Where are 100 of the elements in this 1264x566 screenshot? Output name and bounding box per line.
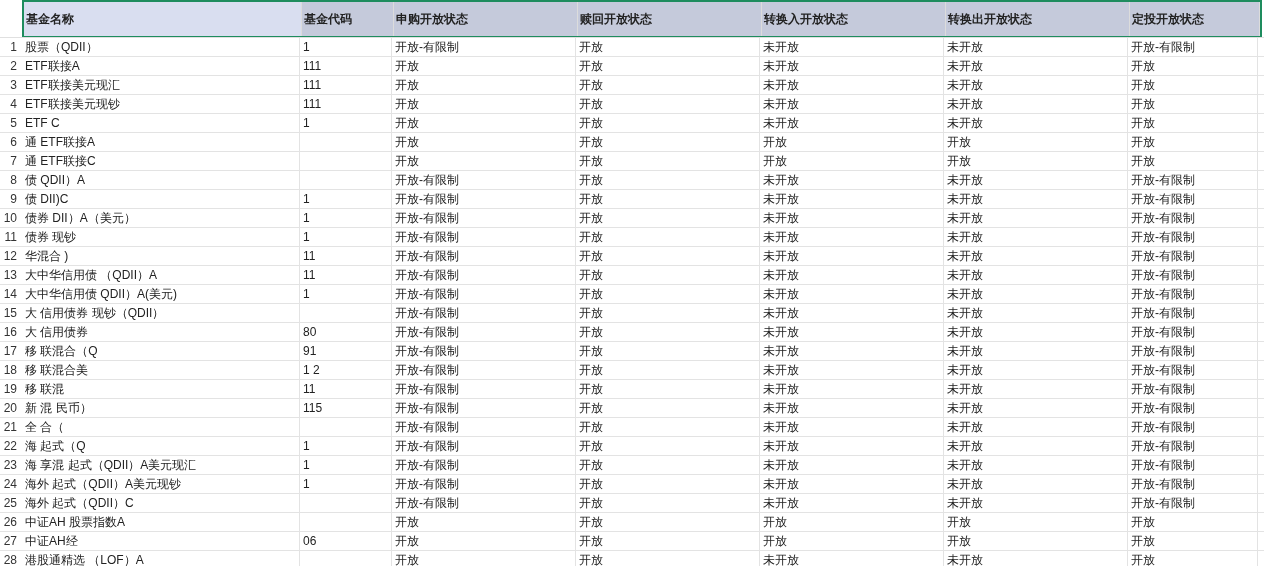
table-cell: 开放-有限制 (1131, 477, 1195, 491)
table-cell: 未开放 (763, 325, 799, 339)
table-cell: 开放 (579, 401, 603, 415)
column-header[interactable]: 申购开放状态 (394, 2, 578, 36)
table-cell: 开放 (763, 534, 787, 548)
table-cell: 中证AH经 (25, 534, 78, 548)
table-cell: 开放-有限制 (1131, 40, 1195, 54)
table-cell: 未开放 (947, 325, 983, 339)
row-number: 18 (2, 362, 18, 379)
table-cell: 未开放 (763, 97, 799, 111)
table-cell: 开放-有限制 (395, 192, 459, 206)
table-cell: 111 (303, 59, 322, 73)
row-number: 24 (2, 476, 18, 493)
table-cell: 未开放 (947, 382, 983, 396)
table-cell: 1 (303, 192, 310, 206)
table-cell: 未开放 (947, 78, 983, 92)
table-cell: 开放 (947, 154, 971, 168)
column-header[interactable]: 转换入开放状态 (762, 2, 946, 36)
table-cell: 开放-有限制 (395, 249, 459, 263)
table-cell: 开放 (579, 287, 603, 301)
table-cell: 港股通精选 （LOF）A (25, 553, 144, 566)
table-cell: 未开放 (763, 382, 799, 396)
table-cell: 未开放 (763, 287, 799, 301)
table-cell: 开放-有限制 (1131, 306, 1195, 320)
table-cell: 未开放 (947, 287, 983, 301)
table-cell: 开放-有限制 (395, 325, 459, 339)
table-cell: 开放 (763, 154, 787, 168)
table-cell: 91 (303, 344, 317, 358)
table-cell: 大 信用债券 (25, 325, 89, 339)
table-cell: 债券 现钞 (25, 230, 77, 244)
table-cell: 未开放 (763, 458, 799, 472)
table-cell: 开放 (1131, 515, 1155, 529)
table-cell: 开放-有限制 (1131, 458, 1195, 472)
table-cell: 开放 (947, 534, 971, 548)
table-cell: 未开放 (947, 477, 983, 491)
table-cell: 开放 (579, 420, 603, 434)
row-number: 26 (2, 514, 18, 531)
table-cell: 开放-有限制 (1131, 173, 1195, 187)
table-cell: 未开放 (947, 40, 983, 54)
table-cell: ETF联接美元现钞 (25, 97, 120, 111)
column-header[interactable]: 转换出开放状态 (946, 2, 1130, 36)
table-cell: 1 (303, 477, 310, 491)
row-number: 21 (2, 419, 18, 436)
row-number: 8 (9, 172, 18, 189)
table-cell: 大中华信用债 QDII）A(美元) (25, 287, 177, 301)
table-cell: 未开放 (947, 363, 983, 377)
table-cell: 未开放 (763, 116, 799, 130)
table-cell: 1 (303, 287, 310, 301)
table-cell: 海 起式（Q (25, 439, 86, 453)
row-number: 12 (2, 248, 18, 265)
table-cell: 未开放 (947, 192, 983, 206)
table-cell: 开放 (395, 116, 419, 130)
table-cell: 海外 起式（QDII）C (25, 496, 134, 510)
row-number: 28 (2, 552, 18, 566)
table-cell: 开放 (579, 192, 603, 206)
table-cell: 开放 (947, 515, 971, 529)
table-cell: 未开放 (763, 553, 799, 566)
table-cell: 开放 (579, 496, 603, 510)
column-header[interactable]: 基金代码 (302, 2, 394, 36)
table-cell: 开放-有限制 (395, 173, 459, 187)
row-number: 4 (9, 96, 18, 113)
table-cell: 开放 (579, 534, 603, 548)
column-header[interactable]: 定投开放状态 (1130, 2, 1260, 36)
table-cell: 股票（QDII） (25, 40, 98, 54)
row-number: 10 (2, 210, 18, 227)
column-header[interactable]: 赎回开放状态 (578, 2, 762, 36)
table-cell: 海 享混 起式（QDII）A美元现汇 (25, 458, 197, 472)
table-cell: 开放 (395, 59, 419, 73)
table-cell: 通 ETF联接C (25, 154, 96, 168)
table-cell: 开放 (579, 268, 603, 282)
table-cell: 开放-有限制 (395, 382, 459, 396)
table-cell: 开放 (579, 363, 603, 377)
table-cell: 开放-有限制 (395, 439, 459, 453)
table-cell: 11 (303, 249, 316, 263)
table-cell: 开放 (579, 173, 603, 187)
table-cell: 开放-有限制 (1131, 382, 1195, 396)
column-header[interactable]: 基金名称 (24, 2, 302, 36)
table-cell: 1 2 (303, 363, 320, 377)
table-cell: 开放-有限制 (395, 40, 459, 54)
table-cell: 开放 (1131, 97, 1155, 111)
table-cell: 未开放 (763, 211, 799, 225)
table-cell: 全 合（ (25, 420, 65, 434)
table-cell: 开放 (763, 515, 787, 529)
table-cell: 开放 (1131, 59, 1155, 73)
row-number: 11 (3, 229, 18, 246)
table-cell: 开放-有限制 (395, 477, 459, 491)
table-cell: 开放-有限制 (395, 344, 459, 358)
table-cell: 开放-有限制 (1131, 496, 1195, 510)
table-cell: 开放-有限制 (1131, 363, 1195, 377)
table-cell: 开放-有限制 (1131, 268, 1195, 282)
table-cell: 开放-有限制 (1131, 325, 1195, 339)
table-cell: ETF联接A (25, 59, 80, 73)
table-cell: 未开放 (763, 496, 799, 510)
table-cell: 债 QDII）A (25, 173, 85, 187)
table-cell: 111 (303, 97, 322, 111)
table-cell: ETF C (25, 116, 60, 130)
table-cell: 开放 (579, 553, 603, 566)
table-cell: 大中华信用债 （QDII）A (25, 268, 157, 282)
table-cell: 未开放 (947, 306, 983, 320)
table-cell: 1 (303, 40, 310, 54)
